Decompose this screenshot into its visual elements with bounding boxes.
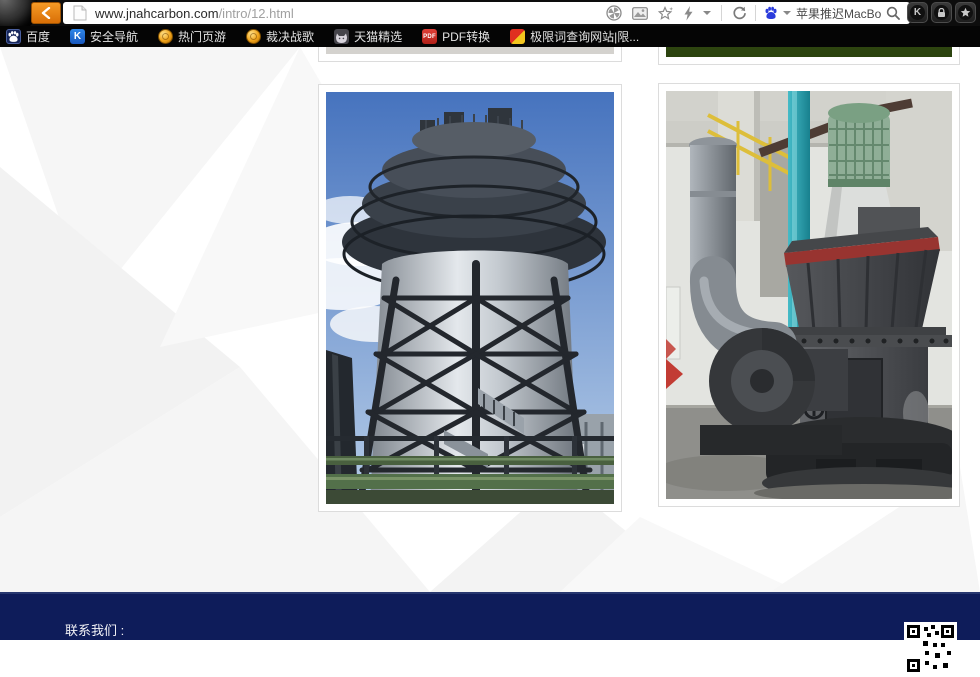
contact-us-label: 联系我们 :: [65, 620, 124, 639]
bookmark-label: 百度: [26, 28, 50, 45]
window-buttons: K: [907, 2, 976, 23]
page-icon: [73, 5, 87, 21]
bookmark-war-song[interactable]: 裁决战歌: [246, 28, 314, 45]
bookmark-label: 裁决战歌: [266, 28, 314, 45]
bookmarks-bar: 百度 K 安全导航 热门页游 裁决战歌 天猫精选 PDF PDF转换 极限词查询…: [0, 26, 980, 47]
bookmark-tmall[interactable]: 天猫精选: [334, 28, 402, 45]
baidu-paw-icon[interactable]: [764, 6, 778, 20]
bookmark-hot-games[interactable]: 热门页游: [158, 28, 226, 45]
image-toggle-icon[interactable]: [632, 7, 648, 20]
bookmark-baidu[interactable]: 百度: [6, 28, 50, 45]
adblock-pinwheel-icon[interactable]: [606, 5, 622, 21]
photo-previous-right: [666, 47, 952, 57]
qr-code: [904, 622, 957, 675]
baidu-bookmark-icon: [6, 29, 21, 44]
back-button[interactable]: [31, 2, 61, 24]
k-icon: K: [910, 5, 925, 20]
bookmark-label: 极限词查询网站|限...: [530, 28, 639, 45]
back-chevron-icon: [41, 7, 51, 19]
search-magnifier-icon[interactable]: [886, 6, 900, 20]
gold-coin-icon: [246, 29, 261, 44]
photo-previous-left: [326, 47, 614, 54]
photo-card-previous-left[interactable]: [318, 47, 622, 62]
bookmark-safe-nav[interactable]: K 安全导航: [70, 28, 138, 45]
photo-tower: [326, 92, 614, 504]
tmall-cat-icon: [334, 29, 349, 44]
lock-icon: [934, 5, 949, 20]
site-footer: 联系我们 :: [0, 592, 980, 640]
url-text[interactable]: www.jnahcarbon.com/intro/12.html: [95, 6, 606, 21]
search-engine-caret-icon[interactable]: [783, 11, 791, 15]
gold-coin-icon: [158, 29, 173, 44]
lock-button[interactable]: [931, 2, 952, 23]
favorite-star-icon[interactable]: [658, 6, 674, 21]
refresh-icon[interactable]: [732, 6, 747, 21]
speed-lightning-icon[interactable]: [684, 6, 693, 21]
bookmark-label: 天猫精选: [354, 28, 402, 45]
shield-k-icon: K: [70, 29, 85, 44]
pdf-icon: PDF: [422, 29, 437, 44]
bookmark-star-button[interactable]: [955, 2, 976, 23]
k-account-button[interactable]: K: [907, 2, 928, 23]
address-row: www.jnahcarbon.com/intro/12.html: [0, 0, 980, 26]
bookmark-limit-words[interactable]: 极限词查询网站|限...: [510, 28, 639, 45]
address-bar[interactable]: www.jnahcarbon.com/intro/12.html: [63, 2, 910, 24]
photo-card-mill[interactable]: M: [658, 83, 960, 507]
star-icon: [958, 5, 973, 20]
photo-mill: M: [666, 91, 952, 499]
bookmark-pdf-convert[interactable]: PDF PDF转换: [422, 28, 490, 45]
lightning-dropdown-caret-icon[interactable]: [703, 11, 711, 15]
red-yellow-flag-icon: [510, 29, 525, 44]
bookmark-label: 热门页游: [178, 28, 226, 45]
bookmark-label: 安全导航: [90, 28, 138, 45]
search-query[interactable]: 苹果推迟MacBook...: [796, 5, 881, 22]
url-domain: www.jnahcarbon.com: [95, 6, 219, 21]
url-path: /intro/12.html: [219, 6, 294, 21]
webpage-viewport: M: [0, 47, 980, 592]
bookmark-label: PDF转换: [442, 28, 490, 45]
browser-chrome: www.jnahcarbon.com/intro/12.html: [0, 0, 980, 47]
photo-card-previous-right[interactable]: [658, 47, 960, 65]
photo-card-tower[interactable]: [318, 84, 622, 512]
search-box[interactable]: 苹果推迟MacBook...: [756, 5, 904, 22]
